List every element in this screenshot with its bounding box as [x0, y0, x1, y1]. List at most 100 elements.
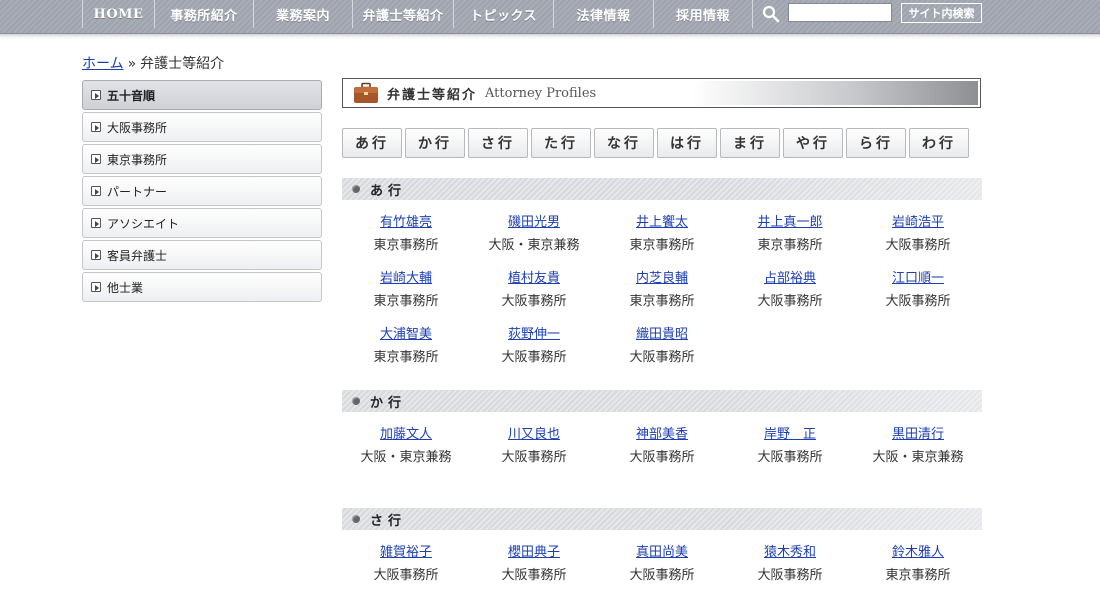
bullet-icon [352, 515, 360, 523]
nav-recruit[interactable]: 採用情報 [653, 0, 753, 28]
attorney-card: 川又良也 大阪事務所 [470, 426, 598, 482]
kana-tab-ka[interactable]: か行 [405, 128, 465, 158]
attorney-card: 神部美香 大阪事務所 [598, 426, 726, 482]
attorney-card: 鈴木雅人 東京事務所 [854, 544, 982, 600]
attorney-link[interactable]: 岸野 正 [726, 426, 854, 444]
site-search-button[interactable]: サイト内検索 [901, 3, 982, 23]
sidebar-item-label: パートナー [107, 184, 168, 199]
arrow-right-icon [91, 122, 101, 132]
main-nav: HOME 事務所紹介 業務案内 弁護士等紹介 トピックス 法律情報 採用情報 [82, 0, 753, 28]
attorney-office: 大阪事務所 [885, 294, 951, 309]
attorney-link[interactable]: 織田貴昭 [598, 326, 726, 344]
nav-topics[interactable]: トピックス [453, 0, 553, 28]
kana-tab-wa[interactable]: わ行 [909, 128, 969, 158]
attorney-office: 大阪事務所 [501, 568, 567, 583]
attorney-card: 大浦智美 東京事務所 [342, 326, 470, 382]
nav-home[interactable]: HOME [82, 0, 154, 28]
attorney-link[interactable]: 占部裕典 [726, 270, 854, 288]
top-navigation-bar: HOME 事務所紹介 業務案内 弁護士等紹介 トピックス 法律情報 採用情報 サ… [0, 0, 1100, 37]
nav-legal-info[interactable]: 法律情報 [553, 0, 653, 28]
attorney-card: 磯田光男 大阪・東京兼務 [470, 214, 598, 270]
arrow-right-icon [91, 282, 101, 292]
attorney-office: 大阪事務所 [373, 568, 439, 583]
attorney-card: 岩崎浩平 大阪事務所 [854, 214, 982, 270]
sidebar-item-label: 他士業 [107, 280, 144, 295]
kana-tab-a[interactable]: あ行 [342, 128, 402, 158]
attorney-office: 東京事務所 [373, 294, 439, 309]
attorney-office: 大阪事務所 [757, 294, 823, 309]
briefcase-icon [354, 82, 378, 103]
attorney-office: 大阪事務所 [757, 450, 823, 465]
attorney-card: 加藤文人大阪・東京兼務 [342, 426, 470, 482]
page-title-bar: 弁護士等紹介 Attorney Profiles [345, 81, 978, 105]
attorney-link[interactable]: 大浦智美 [342, 326, 470, 344]
sidebar-item-partner[interactable]: パートナー [82, 176, 322, 206]
attorney-link[interactable]: 岩崎大輔 [342, 270, 470, 288]
attorney-link[interactable]: 井上真一郎 [726, 214, 854, 232]
breadcrumb: ホーム» 弁護士等紹介 [82, 53, 224, 73]
search-icon[interactable] [762, 5, 780, 23]
sidebar-item-tokyo-office[interactable]: 東京事務所 [82, 144, 322, 174]
sidebar-item-gojuon[interactable]: 五十音順 [82, 80, 322, 110]
attorney-link[interactable]: 黒田清行 [854, 426, 982, 444]
attorney-card: 内芝良輔 東京事務所 [598, 270, 726, 326]
attorney-card: 岩崎大輔 東京事務所 [342, 270, 470, 326]
attorney-card: 織田貴昭 大阪事務所 [598, 326, 726, 382]
kana-tab-ra[interactable]: ら行 [846, 128, 906, 158]
main-content: 弁護士等紹介 Attorney Profiles あ行 か行 さ行 た行 な行 … [342, 78, 982, 600]
breadcrumb-home-link[interactable]: ホーム [82, 56, 124, 72]
breadcrumb-separator: » [127, 56, 137, 72]
sidebar-item-guest-attorney[interactable]: 客員弁護士 [82, 240, 322, 270]
kana-tab-ta[interactable]: た行 [531, 128, 591, 158]
attorney-office: 大阪事務所 [501, 294, 567, 309]
sidebar-item-osaka-office[interactable]: 大阪事務所 [82, 112, 322, 142]
kana-tab-ha[interactable]: は行 [657, 128, 717, 158]
attorney-link[interactable]: 江口順一 [854, 270, 982, 288]
attorney-office: 東京事務所 [373, 350, 439, 365]
attorney-office: 大阪・東京兼務 [360, 450, 452, 465]
attorney-card: 黒田清行 大阪・東京兼務 [854, 426, 982, 482]
kana-tab-ma[interactable]: ま行 [720, 128, 780, 158]
arrow-right-icon [91, 90, 101, 100]
attorney-office: 大阪事務所 [629, 568, 695, 583]
attorney-card: 植村友貴 大阪事務所 [470, 270, 598, 326]
attorney-office: 大阪事務所 [629, 450, 695, 465]
attorney-office: 大阪事務所 [885, 238, 951, 253]
attorney-link[interactable]: 川又良也 [470, 426, 598, 444]
nav-services[interactable]: 業務案内 [253, 0, 352, 28]
attorney-link[interactable]: 加藤文人 [342, 426, 470, 444]
kana-tab-na[interactable]: な行 [594, 128, 654, 158]
attorney-link[interactable]: 荻野伸一 [470, 326, 598, 344]
sidebar-item-associate[interactable]: アソシエイト [82, 208, 322, 238]
attorney-link[interactable]: 磯田光男 [470, 214, 598, 232]
attorney-office: 東京事務所 [885, 568, 951, 583]
attorney-link[interactable]: 雑賀裕子 [342, 544, 470, 562]
nav-about-firm[interactable]: 事務所紹介 [154, 0, 253, 28]
kana-tab-ya[interactable]: や行 [783, 128, 843, 158]
attorney-link[interactable]: 有竹雄亮 [342, 214, 470, 232]
attorney-link[interactable]: 内芝良輔 [598, 270, 726, 288]
attorney-link[interactable]: 植村友貴 [470, 270, 598, 288]
section-header-sa: さ行 [342, 508, 982, 530]
kana-tabs: あ行 か行 さ行 た行 な行 は行 ま行 や行 ら行 わ行 [342, 128, 982, 158]
attorney-link[interactable]: 井上饗太 [598, 214, 726, 232]
attorney-link[interactable]: 猿木秀和 [726, 544, 854, 562]
attorney-office: 大阪事務所 [501, 450, 567, 465]
section-title: か行 [370, 395, 407, 411]
section-title: さ行 [370, 513, 407, 529]
kana-tab-sa[interactable]: さ行 [468, 128, 528, 158]
nav-attorneys[interactable]: 弁護士等紹介 [352, 0, 453, 28]
attorney-link[interactable]: 櫻田典子 [470, 544, 598, 562]
attorney-office: 東京事務所 [629, 294, 695, 309]
search-input[interactable] [788, 3, 892, 22]
attorney-link[interactable]: 鈴木雅人 [854, 544, 982, 562]
attorney-link[interactable]: 岩崎浩平 [854, 214, 982, 232]
sidebar-item-label: 客員弁護士 [107, 248, 168, 263]
attorney-card: 有竹雄亮 東京事務所 [342, 214, 470, 270]
attorney-link[interactable]: 神部美香 [598, 426, 726, 444]
sidebar-item-other-professionals[interactable]: 他士業 [82, 272, 322, 302]
page-title-box: 弁護士等紹介 Attorney Profiles [342, 78, 981, 108]
attorney-link[interactable]: 真田尚美 [598, 544, 726, 562]
attorney-grid-ka: 加藤文人大阪・東京兼務 川又良也大阪事務所 神部美香大阪事務所 岸野 正大阪事務… [342, 426, 982, 482]
attorney-grid-a: 有竹雄亮 東京事務所 磯田光男 大阪・東京兼務 井上饗太 東京事務所 井上真一郎 東京事… [342, 214, 982, 382]
